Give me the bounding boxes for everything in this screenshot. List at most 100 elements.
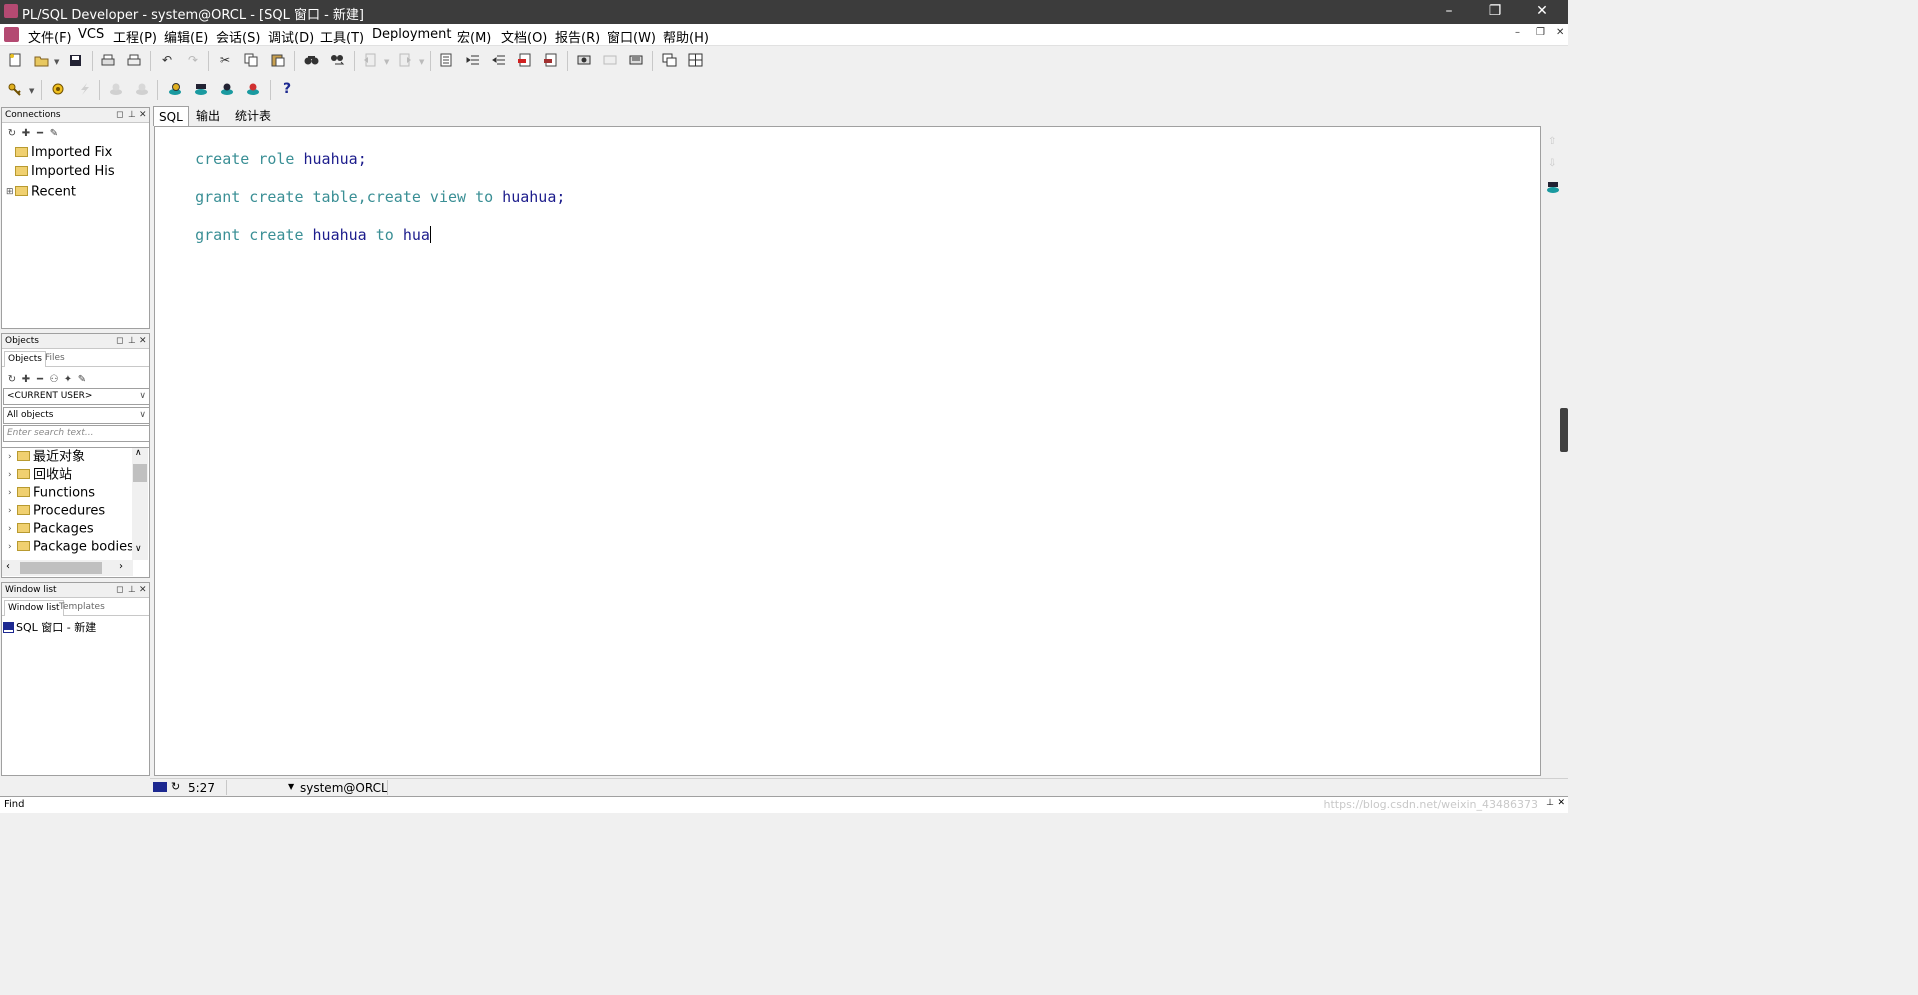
- macro-record-icon[interactable]: [573, 49, 595, 71]
- paste-icon[interactable]: [267, 49, 289, 71]
- sql-connection-icon[interactable]: [190, 78, 212, 100]
- remove-icon[interactable]: ━: [33, 374, 47, 385]
- properties-icon[interactable]: ✎: [75, 374, 89, 385]
- tab-files[interactable]: Files: [42, 351, 68, 367]
- forward-icon[interactable]: [394, 49, 416, 71]
- help-icon[interactable]: ?: [276, 78, 298, 100]
- float-icon[interactable]: ◻: [116, 108, 123, 122]
- macro-library-icon[interactable]: [625, 49, 647, 71]
- tile-windows-icon[interactable]: [684, 49, 706, 71]
- close-panel-icon[interactable]: ✕: [139, 108, 147, 122]
- expand-plus-icon[interactable]: ⊞: [6, 183, 15, 201]
- expand-icon[interactable]: ›: [8, 466, 17, 484]
- tree-item[interactable]: › Functions: [8, 484, 95, 502]
- tree-item[interactable]: ⊞ Recent: [6, 183, 76, 201]
- indent-icon[interactable]: [462, 49, 484, 71]
- scroll-down-icon[interactable]: ∨: [135, 544, 142, 554]
- new-icon[interactable]: [4, 49, 26, 71]
- find-label[interactable]: Find: [4, 799, 25, 810]
- horizontal-scrollbar[interactable]: ‹ ›: [2, 560, 133, 576]
- log-off-icon[interactable]: [242, 78, 264, 100]
- tree-item[interactable]: › 最近对象: [8, 448, 85, 466]
- close-panel-icon[interactable]: ✕: [139, 583, 147, 597]
- rollback-icon[interactable]: [131, 78, 153, 100]
- minimize-button[interactable]: –: [1426, 0, 1472, 24]
- tab-sql[interactable]: SQL: [153, 106, 189, 126]
- menu-macro[interactable]: 宏(M): [457, 27, 491, 46]
- mdi-minimize-button[interactable]: –: [1515, 27, 1520, 38]
- expand-icon[interactable]: ›: [8, 484, 17, 502]
- window-list-item[interactable]: SQL 窗口 - 新建: [3, 619, 96, 635]
- properties-icon[interactable]: ✎: [47, 128, 61, 139]
- log-on-icon[interactable]: [164, 78, 186, 100]
- redo-icon[interactable]: ↷: [182, 49, 204, 71]
- pin-icon[interactable]: ⊥: [1546, 798, 1554, 808]
- commit-icon[interactable]: [105, 78, 127, 100]
- float-icon[interactable]: ◻: [116, 583, 123, 597]
- vertical-scrollbar[interactable]: ∧ ∨: [132, 448, 148, 560]
- save-icon[interactable]: [64, 49, 86, 71]
- mdi-restore-button[interactable]: ❐: [1536, 27, 1545, 38]
- tab-templates[interactable]: Templates: [56, 600, 108, 616]
- tab-statistics[interactable]: 统计表: [230, 106, 276, 126]
- pin-icon[interactable]: ⊥: [128, 108, 136, 122]
- key-dropdown-icon[interactable]: ▼: [29, 87, 34, 95]
- scroll-up-icon[interactable]: ∧: [135, 448, 142, 458]
- refresh-icon[interactable]: ↻: [5, 374, 19, 385]
- pin-icon[interactable]: ⊥: [128, 334, 136, 348]
- macro-play-icon[interactable]: [599, 49, 621, 71]
- refresh-icon[interactable]: ↻: [5, 128, 19, 139]
- document-edit-icon[interactable]: [435, 49, 457, 71]
- expand-icon[interactable]: ›: [8, 502, 17, 520]
- tab-objects[interactable]: Objects: [4, 351, 47, 367]
- open-dropdown-icon[interactable]: ▼: [54, 58, 59, 66]
- close-button[interactable]: ✕: [1519, 0, 1565, 24]
- expand-icon[interactable]: ›: [8, 538, 17, 556]
- menu-help[interactable]: 帮助(H): [663, 27, 709, 46]
- menu-deployment[interactable]: Deployment: [372, 27, 452, 42]
- menu-vcs[interactable]: VCS: [78, 27, 104, 42]
- menu-reports[interactable]: 报告(R): [555, 27, 600, 46]
- scroll-left-icon[interactable]: ‹: [6, 561, 10, 572]
- back-dropdown-icon[interactable]: ▼: [384, 58, 389, 66]
- replace-icon[interactable]: [326, 49, 348, 71]
- tab-output[interactable]: 输出: [191, 106, 225, 126]
- scroll-right-icon[interactable]: ›: [119, 561, 123, 572]
- scroll-thumb[interactable]: [133, 464, 147, 482]
- restore-button[interactable]: ❐: [1472, 0, 1518, 24]
- find-icon[interactable]: ⚇: [47, 374, 61, 385]
- arrow-down-icon[interactable]: ⇩: [1548, 158, 1556, 169]
- tree-item[interactable]: › 回收站: [8, 466, 72, 484]
- database-icon[interactable]: [1546, 180, 1561, 194]
- object-filter-select[interactable]: All objects ∨: [3, 407, 150, 424]
- copy-icon[interactable]: [240, 49, 262, 71]
- close-panel-icon[interactable]: ✕: [139, 334, 147, 348]
- menu-tools[interactable]: 工具(T): [320, 27, 364, 46]
- session-icon[interactable]: [216, 78, 238, 100]
- float-icon[interactable]: ◻: [116, 334, 123, 348]
- expand-icon[interactable]: ›: [8, 520, 17, 538]
- forward-dropdown-icon[interactable]: ▼: [419, 58, 424, 66]
- uncomment-icon[interactable]: [540, 49, 562, 71]
- break-icon[interactable]: [73, 78, 95, 100]
- add-icon[interactable]: ✚: [19, 128, 33, 139]
- pin-icon[interactable]: ⊥: [128, 583, 136, 597]
- tree-item[interactable]: › Procedures: [8, 502, 105, 520]
- tree-item[interactable]: › Package bodies: [8, 538, 133, 556]
- menu-project[interactable]: 工程(P): [113, 27, 157, 46]
- back-icon[interactable]: [359, 49, 381, 71]
- add-icon[interactable]: ✚: [19, 374, 33, 385]
- cascade-windows-icon[interactable]: [658, 49, 680, 71]
- side-scroll-handle[interactable]: [1560, 408, 1568, 452]
- connection-status[interactable]: system@ORCL: [300, 781, 388, 795]
- menu-window[interactable]: 窗口(W): [607, 27, 656, 46]
- execute-icon[interactable]: [47, 78, 69, 100]
- cut-icon[interactable]: ✂: [214, 49, 236, 71]
- find-icon[interactable]: [300, 49, 322, 71]
- key-icon[interactable]: [4, 78, 26, 100]
- open-icon[interactable]: [30, 49, 52, 71]
- print-icon[interactable]: [97, 49, 119, 71]
- undo-icon[interactable]: ↶: [156, 49, 178, 71]
- tree-item[interactable]: Imported Fix: [6, 144, 112, 162]
- connection-dropdown-icon[interactable]: ▼: [288, 782, 294, 791]
